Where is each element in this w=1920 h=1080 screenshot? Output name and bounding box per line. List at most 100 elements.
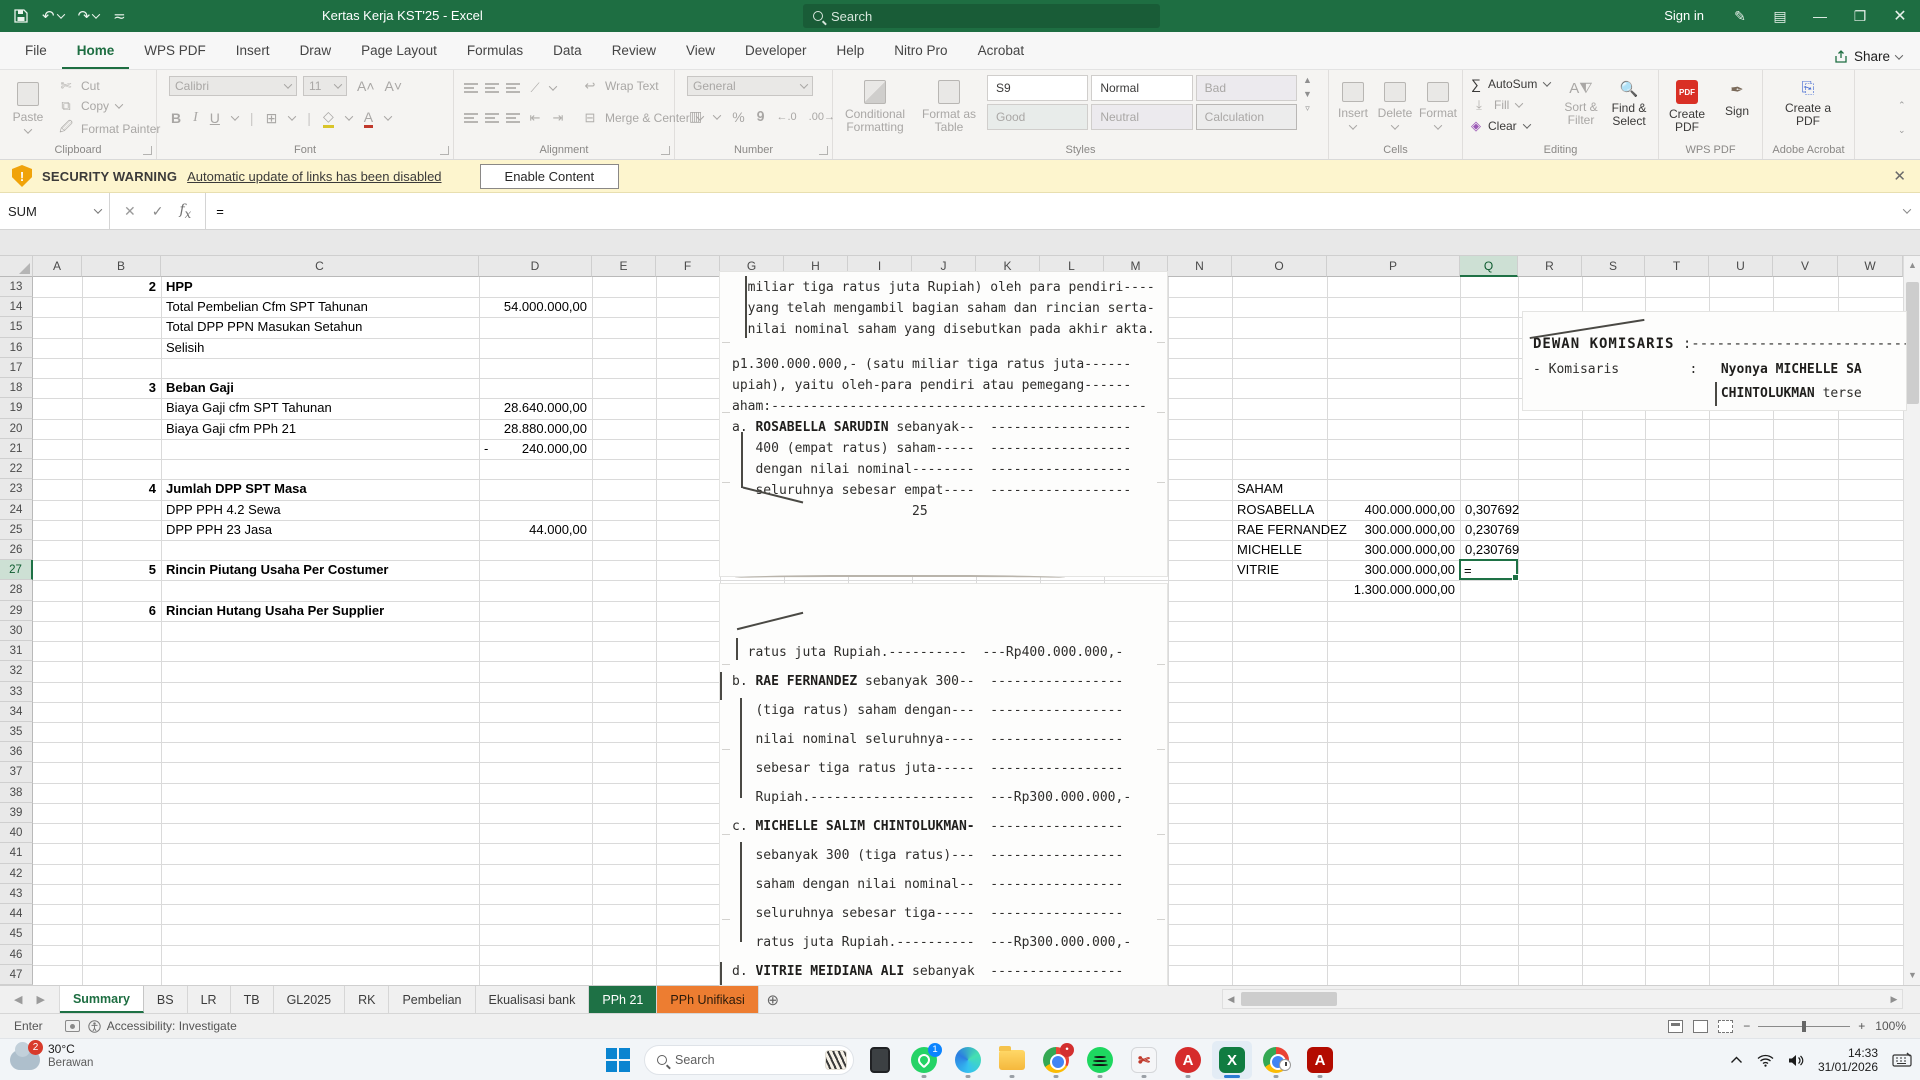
cut-button[interactable]: ✄Cut [58,78,100,94]
column-header-F[interactable]: F [656,256,720,277]
cell-D21[interactable]: -240.000,00 [479,439,592,459]
column-header-V[interactable]: V [1773,256,1838,277]
row-header-17[interactable]: 17 [0,358,33,378]
row-header-47[interactable]: 47 [0,965,33,985]
row-header-44[interactable]: 44 [0,904,33,924]
row-header-24[interactable]: 24 [0,500,33,520]
ribbon-tab-insert[interactable]: Insert [221,32,285,69]
volume-icon[interactable] [1788,1054,1804,1067]
cell-O23[interactable]: SAHAM [1232,479,1327,499]
close-button[interactable]: ✕ [1880,0,1920,32]
cell-C29[interactable]: Rincian Hutang Usaha Per Supplier [161,601,581,621]
formula-bar-expand-icon[interactable] [1894,193,1920,229]
embedded-document-image[interactable]: ratus juta Rupiah.---------- ---Rp400.00… [720,584,1167,985]
wrap-text-button[interactable]: ↩Wrap Text [582,78,659,94]
sheet-tab-gl2025[interactable]: GL2025 [274,986,345,1013]
zoom-in-icon[interactable]: + [1858,1019,1865,1033]
sheet-tab-pph-21[interactable]: PPh 21 [589,986,657,1013]
ribbon-tab-review[interactable]: Review [597,32,671,69]
ribbon-tab-formulas[interactable]: Formulas [452,32,538,69]
cell-D25[interactable]: 44.000,00 [479,520,592,540]
row-header-27[interactable]: 27 [0,560,33,580]
increase-font-icon[interactable]: A˄ [357,78,375,94]
cell-Q26[interactable]: 0,230769 [1460,540,1518,560]
minimize-button[interactable]: — [1800,0,1840,32]
cell-B18[interactable]: 3 [82,378,161,398]
column-header-B[interactable]: B [82,256,161,277]
start-button[interactable] [598,1041,638,1079]
cell-B23[interactable]: 4 [82,479,161,499]
cell-C18[interactable]: Beban Gaji [161,378,581,398]
sheet-tab-pembelian[interactable]: Pembelian [389,986,475,1013]
undo-button[interactable]: ↶ [42,7,64,25]
clear-button[interactable]: ◈Clear [1471,118,1530,134]
sheet-tab-summary[interactable]: Summary [60,986,144,1013]
alignment-dialog-launcher-icon[interactable] [661,146,670,155]
cell-O25[interactable]: RAE FERNANDEZ [1232,520,1327,540]
row-header-15[interactable]: 15 [0,317,33,338]
format-as-table-button[interactable]: Format as Table [917,72,981,134]
weather-widget[interactable]: 2 30°C Berawan [10,1042,93,1070]
font-dialog-launcher-icon[interactable] [440,146,449,155]
column-header-T[interactable]: T [1645,256,1709,277]
cancel-formula-icon[interactable]: ✕ [124,203,136,220]
sign-in-button[interactable]: Sign in [1648,0,1720,32]
ribbon-tab-wps-pdf[interactable]: WPS PDF [129,32,221,69]
column-header-O[interactable]: O [1232,256,1327,277]
copy-button[interactable]: ⧉Copy [58,98,122,114]
autosum-button[interactable]: ∑AutoSum [1471,76,1550,92]
ribbon-tab-help[interactable]: Help [822,32,880,69]
column-header-C[interactable]: C [161,256,479,277]
sort-filter-button[interactable]: A⧨ Sort & Filter [1559,72,1603,127]
row-header-16[interactable]: 16 [0,338,33,358]
sheet-tab-bs[interactable]: BS [144,986,188,1013]
cell-style-calculation[interactable]: Calculation [1196,104,1297,130]
ribbon-tab-nitro-pro[interactable]: Nitro Pro [879,32,962,69]
page-layout-view-icon[interactable] [1693,1020,1708,1033]
sheet-tab-pph-unifikasi[interactable]: PPh Unifikasi [657,986,758,1013]
row-header-35[interactable]: 35 [0,722,33,742]
new-sheet-button[interactable]: ⊕ [759,986,787,1013]
decrease-indent-icon[interactable]: ⇤ [527,110,543,126]
row-header-14[interactable]: 14 [0,297,33,317]
cell-C16[interactable]: Selisih [161,338,581,358]
row-header-42[interactable]: 42 [0,864,33,884]
row-header-18[interactable]: 18 [0,378,33,398]
font-color-icon[interactable]: A [364,109,373,128]
align-left-icon[interactable] [464,113,478,123]
column-header-U[interactable]: U [1709,256,1773,277]
row-header-34[interactable]: 34 [0,702,33,722]
horizontal-scroll-thumb[interactable] [1241,992,1337,1006]
taskbar-app-phone-link[interactable] [860,1041,900,1079]
row-header-26[interactable]: 26 [0,540,33,560]
increase-indent-icon[interactable]: ⇥ [550,110,566,126]
customize-qat-icon[interactable]: ≂ [113,7,126,25]
align-right-icon[interactable] [506,113,520,123]
column-header-W[interactable]: W [1838,256,1903,277]
sheet-tab-tb[interactable]: TB [231,986,274,1013]
increase-decimal-icon[interactable]: ←.0 [776,111,796,123]
cell-D14[interactable]: 54.000.000,00 [479,297,592,317]
taskbar-search-box[interactable]: Search [644,1045,854,1075]
embedded-document-image[interactable]: miliar tiga ratus juta Rupiah) oleh para… [720,272,1167,576]
delete-cells-button[interactable]: Delete [1375,74,1415,130]
row-header-20[interactable]: 20 [0,419,33,439]
cell-D20[interactable]: 28.880.000,00 [479,419,592,439]
touch-keyboard-icon[interactable] [1892,1052,1912,1068]
align-center-icon[interactable] [485,113,499,123]
cell-Q25[interactable]: 0,230769 [1460,520,1518,540]
comma-icon[interactable]: 𝟗 [757,108,765,125]
cell-style-good[interactable]: Good [987,104,1088,130]
cell-C23[interactable]: Jumlah DPP SPT Masa [161,479,581,499]
formula-input[interactable]: = [206,193,1894,229]
cell-B27[interactable]: 5 [82,560,161,580]
embedded-document-image[interactable]: DEWAN KOMISARIS :-----------------------… [1523,312,1906,410]
row-header-45[interactable]: 45 [0,924,33,945]
find-select-button[interactable]: 🔍 Find & Select [1605,72,1653,128]
taskbar-app-excel[interactable]: X [1212,1041,1252,1079]
sheet-tab-lr[interactable]: LR [188,986,231,1013]
cell-C15[interactable]: Total DPP PPN Masukan Setahun [161,317,581,337]
format-cells-button[interactable]: Format [1417,74,1459,130]
taskbar-app-spotify[interactable] [1080,1041,1120,1079]
number-dialog-launcher-icon[interactable] [819,146,828,155]
